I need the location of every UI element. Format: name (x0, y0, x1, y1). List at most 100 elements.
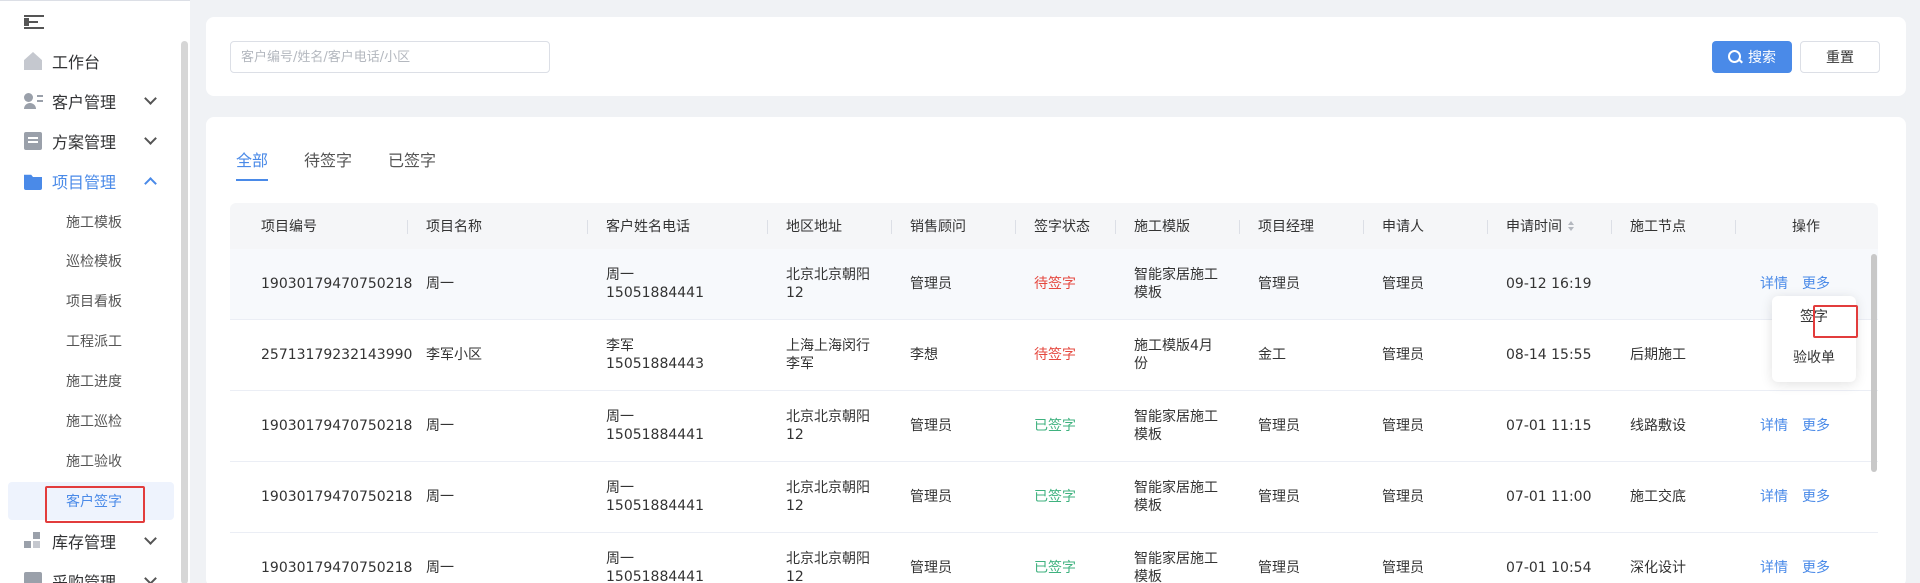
main-panel: 全部 待签字 已签字 项目编号 项目名称 客户姓名电话 地区地址 销售顾问 签字… (206, 117, 1906, 583)
dropdown-item-acceptance[interactable]: 验收单 (1772, 347, 1856, 367)
chevron-down-icon (144, 532, 157, 545)
tab-pending[interactable]: 待签字 (304, 147, 352, 171)
sub-item-project-board[interactable]: 项目看板 (8, 282, 174, 320)
cell-customer: 周一 15051884441 (606, 551, 704, 583)
plan-icon (24, 132, 42, 150)
sub-item-label: 施工模板 (66, 215, 122, 231)
sub-item-customer-sign[interactable]: 客户签字 (8, 482, 174, 520)
cell-actions: 详情 更多 (1736, 391, 1844, 461)
chevron-down-icon (144, 572, 157, 583)
sub-item-label: 项目看板 (66, 294, 122, 310)
cell-time: 07-01 11:15 (1506, 418, 1592, 434)
col-header: 地区地址 (768, 203, 892, 249)
nav-item-purchase[interactable]: 采购管理 (0, 564, 180, 583)
nav-item-label: 工作台 (52, 53, 101, 72)
nav-item-label: 采购管理 (52, 573, 117, 583)
search-panel: 搜索 重置 (206, 17, 1906, 96)
cell-time: 07-01 10:54 (1506, 560, 1592, 576)
more-link[interactable]: 更多 (1802, 488, 1830, 506)
cell-sales: 李想 (910, 347, 938, 363)
cell-customer: 周一 15051884441 (606, 409, 704, 443)
more-link[interactable]: 更多 (1802, 275, 1830, 293)
sub-item-construction-template[interactable]: 施工模板 (8, 203, 174, 241)
cell-customer: 周一 15051884441 (606, 267, 704, 301)
detail-link[interactable]: 详情 (1760, 488, 1788, 506)
dropdown-item-sign[interactable]: 签字 (1772, 306, 1856, 326)
tab-all[interactable]: 全部 (236, 147, 268, 181)
cell-template: 智能家居施工 模板 (1134, 409, 1218, 443)
detail-link[interactable]: 详情 (1760, 417, 1788, 435)
table-row: 19030179470750218 周一 周一 15051884441 北京北京朝阳 12… (230, 249, 1878, 320)
sub-item-progress[interactable]: 施工进度 (8, 362, 174, 400)
nav-item-workbench[interactable]: 工作台 (0, 44, 180, 78)
nav-item-stock[interactable]: 库存管理 (0, 524, 180, 558)
cell-node: 后期施工 (1630, 347, 1686, 363)
status-badge: 已签字 (1034, 418, 1076, 434)
cell-code: 25713179232143990 (261, 347, 413, 363)
table-row: 19030179470750218 周一 周一 15051884441 北京北京朝阳 12… (230, 391, 1878, 462)
nav-item-plan[interactable]: 方案管理 (0, 124, 180, 158)
sort-icon (1568, 221, 1574, 231)
cell-name: 李军小区 (426, 347, 482, 363)
cell-pm: 管理员 (1258, 276, 1300, 292)
table-scrollbar[interactable] (1871, 254, 1877, 472)
chevron-down-icon (144, 92, 157, 105)
col-header: 客户姓名电话 (588, 203, 768, 249)
reset-button[interactable]: 重置 (1800, 41, 1880, 73)
table-header: 项目编号 项目名称 客户姓名电话 地区地址 销售顾问 签字状态 施工模版 项目经… (230, 203, 1878, 249)
tab-signed[interactable]: 已签字 (388, 147, 436, 171)
nav-item-label: 客户管理 (52, 93, 117, 112)
cell-address: 北京北京朝阳 12 (786, 409, 870, 443)
sub-item-inspection-template[interactable]: 巡检模板 (8, 242, 174, 280)
sub-item-label: 巡检模板 (66, 254, 122, 270)
col-header-sortable[interactable]: 申请时间 (1488, 203, 1612, 249)
table-row: 19030179470750218 周一 周一 15051884441 北京北京朝阳 12… (230, 462, 1878, 533)
cell-name: 周一 (426, 276, 454, 292)
status-badge: 已签字 (1034, 489, 1076, 505)
status-badge: 待签字 (1034, 276, 1076, 292)
cell-applicant: 管理员 (1382, 418, 1424, 434)
table-row: 19030179470750218 周一 周一 15051884441 北京北京朝阳 12… (230, 533, 1878, 583)
nav-item-label: 方案管理 (52, 133, 117, 152)
sidebar-scrollbar[interactable] (181, 41, 188, 583)
cell-code: 19030179470750218 (261, 489, 413, 505)
more-actions-dropdown: 签字 验收单 (1772, 296, 1856, 382)
more-link[interactable]: 更多 (1802, 559, 1830, 577)
cell-code: 19030179470750218 (261, 560, 413, 576)
cell-template: 智能家居施工 模板 (1134, 267, 1218, 301)
home-icon (24, 52, 42, 70)
cell-address: 北京北京朝阳 12 (786, 551, 870, 583)
detail-link[interactable]: 详情 (1760, 275, 1788, 293)
nav-item-project[interactable]: 项目管理 (0, 164, 180, 198)
purchase-icon (24, 572, 42, 583)
cell-customer: 周一 15051884441 (606, 480, 704, 514)
search-icon (1728, 50, 1742, 64)
cell-pm: 金工 (1258, 347, 1286, 363)
chevron-up-icon (144, 177, 157, 190)
sub-item-acceptance[interactable]: 施工验收 (8, 442, 174, 480)
sub-item-dispatch[interactable]: 工程派工 (8, 322, 174, 360)
col-header: 操作 (1792, 219, 1820, 235)
search-button[interactable]: 搜索 (1712, 41, 1792, 73)
cell-pm: 管理员 (1258, 560, 1300, 576)
cell-customer: 李军 15051884443 (606, 338, 704, 372)
more-link[interactable]: 更多 (1802, 417, 1830, 435)
status-badge: 已签字 (1034, 560, 1076, 576)
detail-link[interactable]: 详情 (1760, 559, 1788, 577)
nav-item-label: 库存管理 (52, 533, 117, 552)
customer-icon (24, 92, 43, 110)
cell-name: 周一 (426, 489, 454, 505)
cell-name: 周一 (426, 560, 454, 576)
nav-item-customer[interactable]: 客户管理 (0, 84, 180, 118)
sub-item-inspection[interactable]: 施工巡检 (8, 402, 174, 440)
menu-fold-icon[interactable] (24, 13, 46, 31)
cell-address: 北京北京朝阳 12 (786, 480, 870, 514)
sub-item-label: 客户签字 (66, 494, 122, 510)
cell-template: 施工模版4月份 (1134, 338, 1213, 372)
cell-address: 北京北京朝阳 12 (786, 267, 870, 301)
folder-icon (24, 174, 42, 190)
search-input[interactable] (230, 41, 550, 73)
cell-applicant: 管理员 (1382, 489, 1424, 505)
cell-node: 深化设计 (1630, 560, 1686, 576)
cell-name: 周一 (426, 418, 454, 434)
